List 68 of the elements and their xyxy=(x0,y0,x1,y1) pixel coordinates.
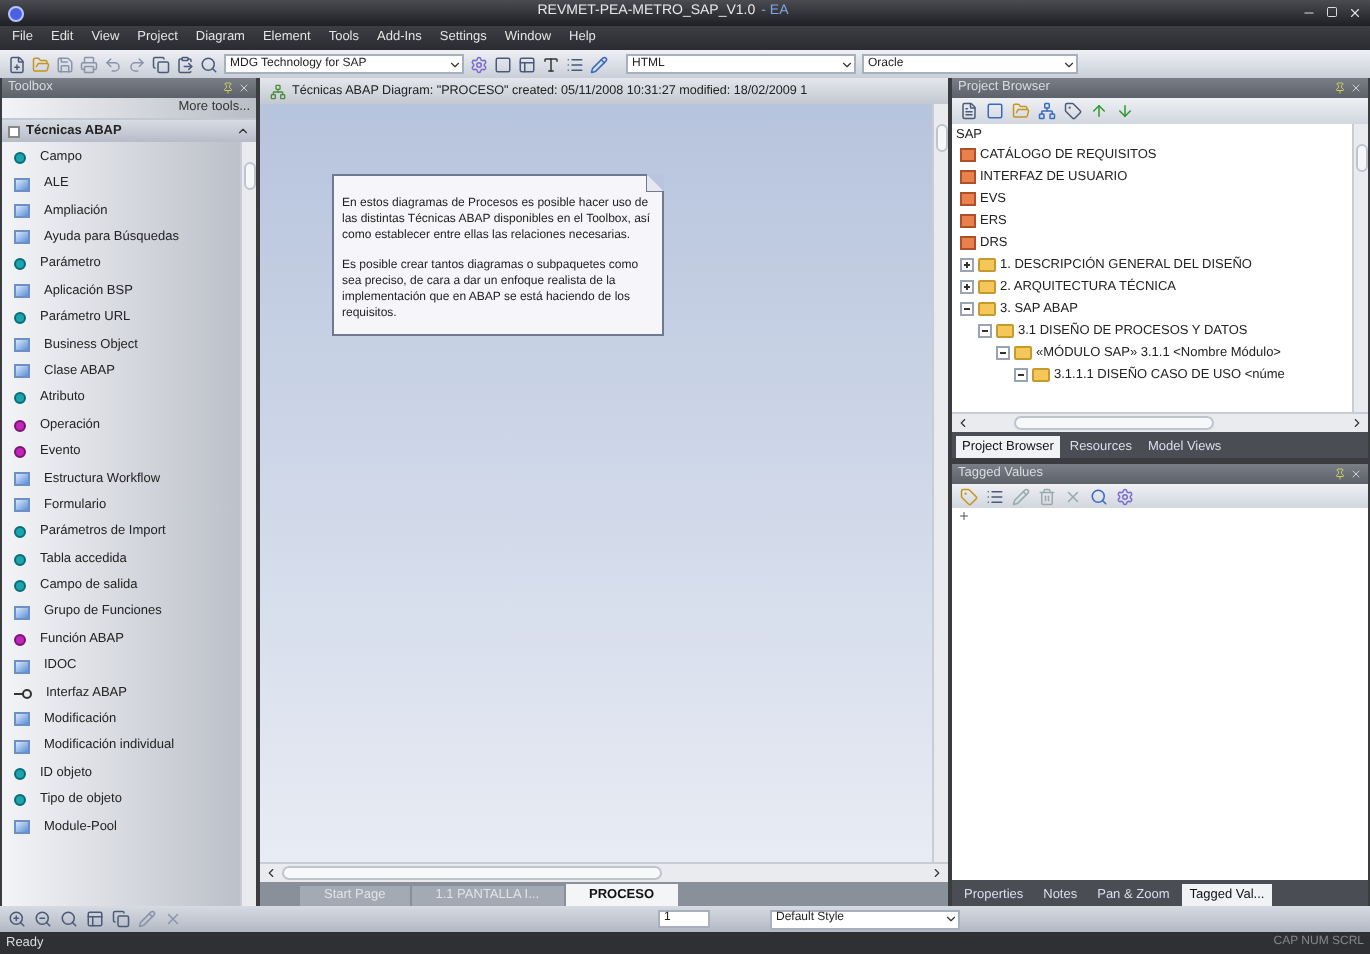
diagram-icon[interactable] xyxy=(270,83,286,99)
interface-icon xyxy=(14,687,32,699)
minimize-icon[interactable] xyxy=(1302,6,1316,20)
gear-icon[interactable] xyxy=(470,55,488,73)
layout-icon[interactable] xyxy=(518,55,536,73)
expand-icon[interactable] xyxy=(958,510,970,522)
attribute-icon xyxy=(14,392,26,405)
collapse-toggle[interactable] xyxy=(960,302,974,316)
paste-icon[interactable] xyxy=(176,55,194,73)
search-icon[interactable] xyxy=(200,55,218,73)
folded-corner-icon xyxy=(646,174,664,192)
document-icon[interactable] xyxy=(960,102,978,120)
collapse-toggle[interactable] xyxy=(1014,368,1028,382)
layout-icon[interactable] xyxy=(86,910,104,928)
operation-icon xyxy=(14,633,26,646)
app-logo-icon xyxy=(8,5,24,21)
zoom-in-icon[interactable] xyxy=(8,910,26,928)
search-icon[interactable] xyxy=(1090,487,1108,505)
move-down-icon[interactable] xyxy=(1116,102,1134,120)
square-icon[interactable] xyxy=(494,55,512,73)
copy-icon[interactable] xyxy=(152,55,170,73)
zoom-out-icon[interactable] xyxy=(34,910,52,928)
undo-icon[interactable] xyxy=(104,55,122,73)
collapse-toggle[interactable] xyxy=(996,346,1010,360)
list-icon[interactable] xyxy=(986,487,1004,505)
attribute-icon xyxy=(14,526,26,539)
scroll-right-icon[interactable] xyxy=(930,866,944,880)
collapse-icon[interactable] xyxy=(236,124,250,138)
vertical-scrollbar[interactable] xyxy=(932,104,948,862)
pin-icon[interactable] xyxy=(222,82,234,94)
scroll-left-icon[interactable] xyxy=(264,866,278,880)
attribute-icon xyxy=(14,258,26,271)
collapse-toggle[interactable] xyxy=(978,324,992,338)
attribute-icon xyxy=(14,794,26,807)
pin-icon[interactable] xyxy=(1334,468,1346,480)
text-icon[interactable] xyxy=(542,55,560,73)
vertical-scrollbar[interactable] xyxy=(240,142,256,906)
copy-icon[interactable] xyxy=(112,910,130,928)
move-up-icon[interactable] xyxy=(1090,102,1108,120)
tag-icon[interactable] xyxy=(1064,102,1082,120)
square-icon[interactable] xyxy=(986,102,1004,120)
printer-icon[interactable] xyxy=(80,55,98,73)
save-icon[interactable] xyxy=(56,55,74,73)
pencil-icon[interactable] xyxy=(590,55,608,73)
gear-icon[interactable] xyxy=(1116,487,1134,505)
horizontal-scrollbar[interactable] xyxy=(260,862,948,882)
attribute-icon xyxy=(14,151,26,164)
scroll-right-icon[interactable] xyxy=(1350,416,1364,430)
class-icon xyxy=(14,605,30,620)
attribute-icon xyxy=(14,312,26,325)
expand-toggle[interactable] xyxy=(960,258,974,272)
horizontal-scrollbar[interactable] xyxy=(952,412,1368,432)
maximize-icon[interactable] xyxy=(1326,6,1338,18)
new-file-icon[interactable] xyxy=(8,55,26,73)
class-icon xyxy=(14,659,30,674)
redo-icon[interactable] xyxy=(128,55,146,73)
class-icon xyxy=(14,819,30,834)
class-icon xyxy=(14,284,30,299)
diagram-note[interactable] xyxy=(332,174,664,336)
attribute-icon xyxy=(14,767,26,780)
scroll-left-icon[interactable] xyxy=(956,416,970,430)
search-icon[interactable] xyxy=(60,910,78,928)
diagram-icon[interactable] xyxy=(1038,102,1056,120)
list-icon[interactable] xyxy=(566,55,584,73)
vertical-scrollbar[interactable] xyxy=(1352,124,1368,412)
expand-toggle[interactable] xyxy=(960,280,974,294)
folder-icon[interactable] xyxy=(1012,102,1030,120)
pin-icon[interactable] xyxy=(1334,82,1346,94)
